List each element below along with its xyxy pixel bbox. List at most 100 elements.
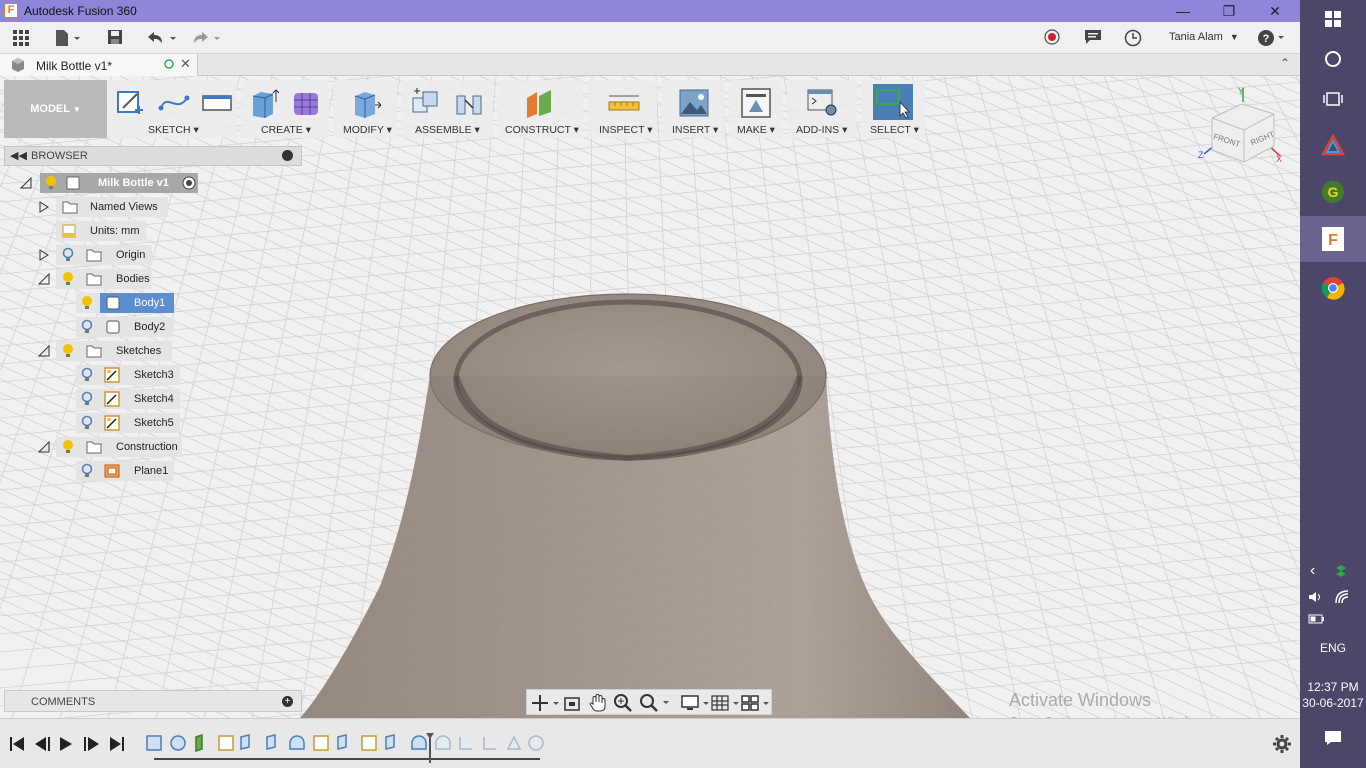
document-tab[interactable]: Milk Bottle v1* ✕ xyxy=(0,54,198,76)
timeline-settings-gear-icon[interactable] xyxy=(1273,735,1291,753)
close-tab-icon[interactable]: ✕ xyxy=(180,56,191,72)
visibility-bulb-icon[interactable] xyxy=(80,295,94,311)
browser-minimize-icon[interactable] xyxy=(282,150,293,161)
select-active-icon[interactable] xyxy=(873,84,913,120)
orbit-icon[interactable] xyxy=(531,694,559,712)
toolbar-inspect-label[interactable]: INSPECT ▾ xyxy=(599,124,653,136)
action-center-icon[interactable] xyxy=(1300,730,1366,750)
visibility-bulb-off-icon[interactable] xyxy=(80,463,94,479)
visibility-bulb-icon[interactable] xyxy=(61,439,75,455)
toolbar-select-label[interactable]: SELECT ▾ xyxy=(870,124,919,136)
toolbar-make-label[interactable]: MAKE ▾ xyxy=(737,124,775,136)
viewports-icon[interactable] xyxy=(741,694,771,712)
grid-settings-icon[interactable] xyxy=(711,694,741,712)
toolbar-construct-label[interactable]: CONSTRUCT ▾ xyxy=(505,124,579,136)
expanded-triangle-icon[interactable] xyxy=(20,177,32,189)
job-status-clock-icon[interactable] xyxy=(1123,29,1143,47)
language-indicator[interactable]: ENG xyxy=(1300,641,1366,657)
chrome-app-icon[interactable] xyxy=(1300,276,1366,302)
collapsed-triangle-icon[interactable] xyxy=(38,249,50,261)
comments-panel-header[interactable]: COMMENTS + xyxy=(4,690,302,712)
task-view-icon[interactable] xyxy=(1300,90,1366,112)
visibility-bulb-off-icon[interactable] xyxy=(80,391,94,407)
visibility-bulb-off-icon[interactable] xyxy=(80,367,94,383)
expanded-triangle-icon[interactable] xyxy=(38,441,50,453)
look-at-icon[interactable] xyxy=(563,694,581,712)
scripts-addins-icon[interactable] xyxy=(807,88,837,116)
spline-icon[interactable] xyxy=(157,88,190,116)
expanded-triangle-icon[interactable] xyxy=(38,273,50,285)
browser-node-sketch4[interactable]: Sketch4 xyxy=(76,389,186,409)
browser-panel-header[interactable]: ◀◀ BROWSER xyxy=(4,146,302,166)
autodesk-app-icon[interactable] xyxy=(1300,133,1366,160)
offset-plane-icon[interactable] xyxy=(523,88,553,118)
press-pull-icon[interactable] xyxy=(351,88,382,118)
insert-image-icon[interactable] xyxy=(679,88,709,117)
volume-icon[interactable] xyxy=(1308,590,1324,604)
browser-node-origin[interactable]: Origin xyxy=(38,245,168,265)
save-icon[interactable] xyxy=(106,29,124,47)
visibility-bulb-icon[interactable] xyxy=(61,271,75,287)
browser-node-body2[interactable]: Body2 xyxy=(76,317,176,337)
toolbar-modify-label[interactable]: MODIFY ▾ xyxy=(343,124,392,136)
browser-node-construction[interactable]: Construction xyxy=(38,437,188,457)
wifi-icon[interactable] xyxy=(1334,589,1350,605)
fusion360-taskbar-icon[interactable]: F xyxy=(1300,216,1366,262)
3d-print-icon[interactable] xyxy=(741,88,771,118)
display-settings-icon[interactable] xyxy=(681,694,711,712)
extrude-icon[interactable] xyxy=(249,88,280,118)
timeline-features[interactable] xyxy=(144,733,554,763)
undo-icon[interactable] xyxy=(144,29,180,47)
fit-zoom-icon[interactable] xyxy=(639,693,671,713)
gradle-app-icon[interactable]: G xyxy=(1300,180,1366,206)
rectangle-sketch-icon[interactable] xyxy=(201,88,232,116)
toolbar-addins-label[interactable]: ADD-INS ▾ xyxy=(796,124,847,136)
visibility-bulb-off-icon[interactable] xyxy=(61,247,75,263)
form-icon[interactable] xyxy=(291,88,321,116)
browser-node-sketches[interactable]: Sketches xyxy=(38,341,178,361)
apps-grid-icon[interactable] xyxy=(10,29,32,47)
workspace-switcher[interactable]: MODEL ▼ xyxy=(4,80,107,138)
help-icon[interactable]: ? xyxy=(1257,29,1289,47)
browser-node-sketch3[interactable]: Sketch3 xyxy=(76,365,186,385)
windows-start-icon[interactable] xyxy=(1300,10,1366,30)
add-comment-icon[interactable]: + xyxy=(282,696,293,707)
toolbar-sketch-label[interactable]: SKETCH ▾ xyxy=(148,124,199,136)
activate-radio-icon[interactable] xyxy=(182,176,196,190)
create-sketch-icon[interactable] xyxy=(115,88,145,116)
search-cortana-icon[interactable] xyxy=(1300,50,1366,72)
pan-hand-icon[interactable] xyxy=(589,693,607,713)
browser-node-named-views[interactable]: Named Views xyxy=(38,197,178,217)
dropbox-sync-icon[interactable] xyxy=(1334,564,1348,580)
toolbar-create-label[interactable]: CREATE ▾ xyxy=(261,124,311,136)
collapse-tabbar-icon[interactable]: ⌃ xyxy=(1280,56,1290,70)
clock-time[interactable]: 12:37 PM xyxy=(1300,680,1366,696)
tray-expand-chevron-icon[interactable]: ‹ xyxy=(1310,562,1315,580)
minimize-button[interactable]: — xyxy=(1160,1,1206,21)
visibility-bulb-off-icon[interactable] xyxy=(80,319,94,335)
browser-node-body1[interactable]: Body1 xyxy=(76,293,176,313)
redo-icon[interactable] xyxy=(188,29,224,47)
user-account-menu[interactable]: Tania Alam ▼ xyxy=(1169,31,1239,43)
clock-date[interactable]: 30-06-2017 xyxy=(1300,696,1366,712)
file-menu-icon[interactable] xyxy=(54,29,82,47)
browser-node-units[interactable]: Units: mm xyxy=(56,221,156,241)
close-window-button[interactable]: ✕ xyxy=(1252,1,1298,21)
expanded-triangle-icon[interactable] xyxy=(38,345,50,357)
record-icon[interactable] xyxy=(1043,29,1061,47)
visibility-bulb-off-icon[interactable] xyxy=(80,415,94,431)
battery-icon[interactable] xyxy=(1300,612,1366,628)
browser-node-plane1[interactable]: Plane1 xyxy=(76,461,176,481)
browser-node-bodies[interactable]: Bodies xyxy=(38,269,168,289)
visibility-bulb-icon[interactable] xyxy=(44,175,58,191)
zoom-icon[interactable] xyxy=(613,693,633,713)
visibility-bulb-icon[interactable] xyxy=(61,343,75,359)
collapse-browser-icon[interactable]: ◀◀ xyxy=(10,149,27,162)
browser-root-node[interactable]: Milk Bottle v1 xyxy=(20,173,210,193)
measure-icon[interactable] xyxy=(607,88,640,116)
joint-icon[interactable] xyxy=(453,88,483,116)
new-component-icon[interactable] xyxy=(409,88,439,116)
restore-button[interactable]: ❐ xyxy=(1206,1,1252,21)
toolbar-assemble-label[interactable]: ASSEMBLE ▾ xyxy=(415,124,480,136)
collapsed-triangle-icon[interactable] xyxy=(38,201,50,213)
